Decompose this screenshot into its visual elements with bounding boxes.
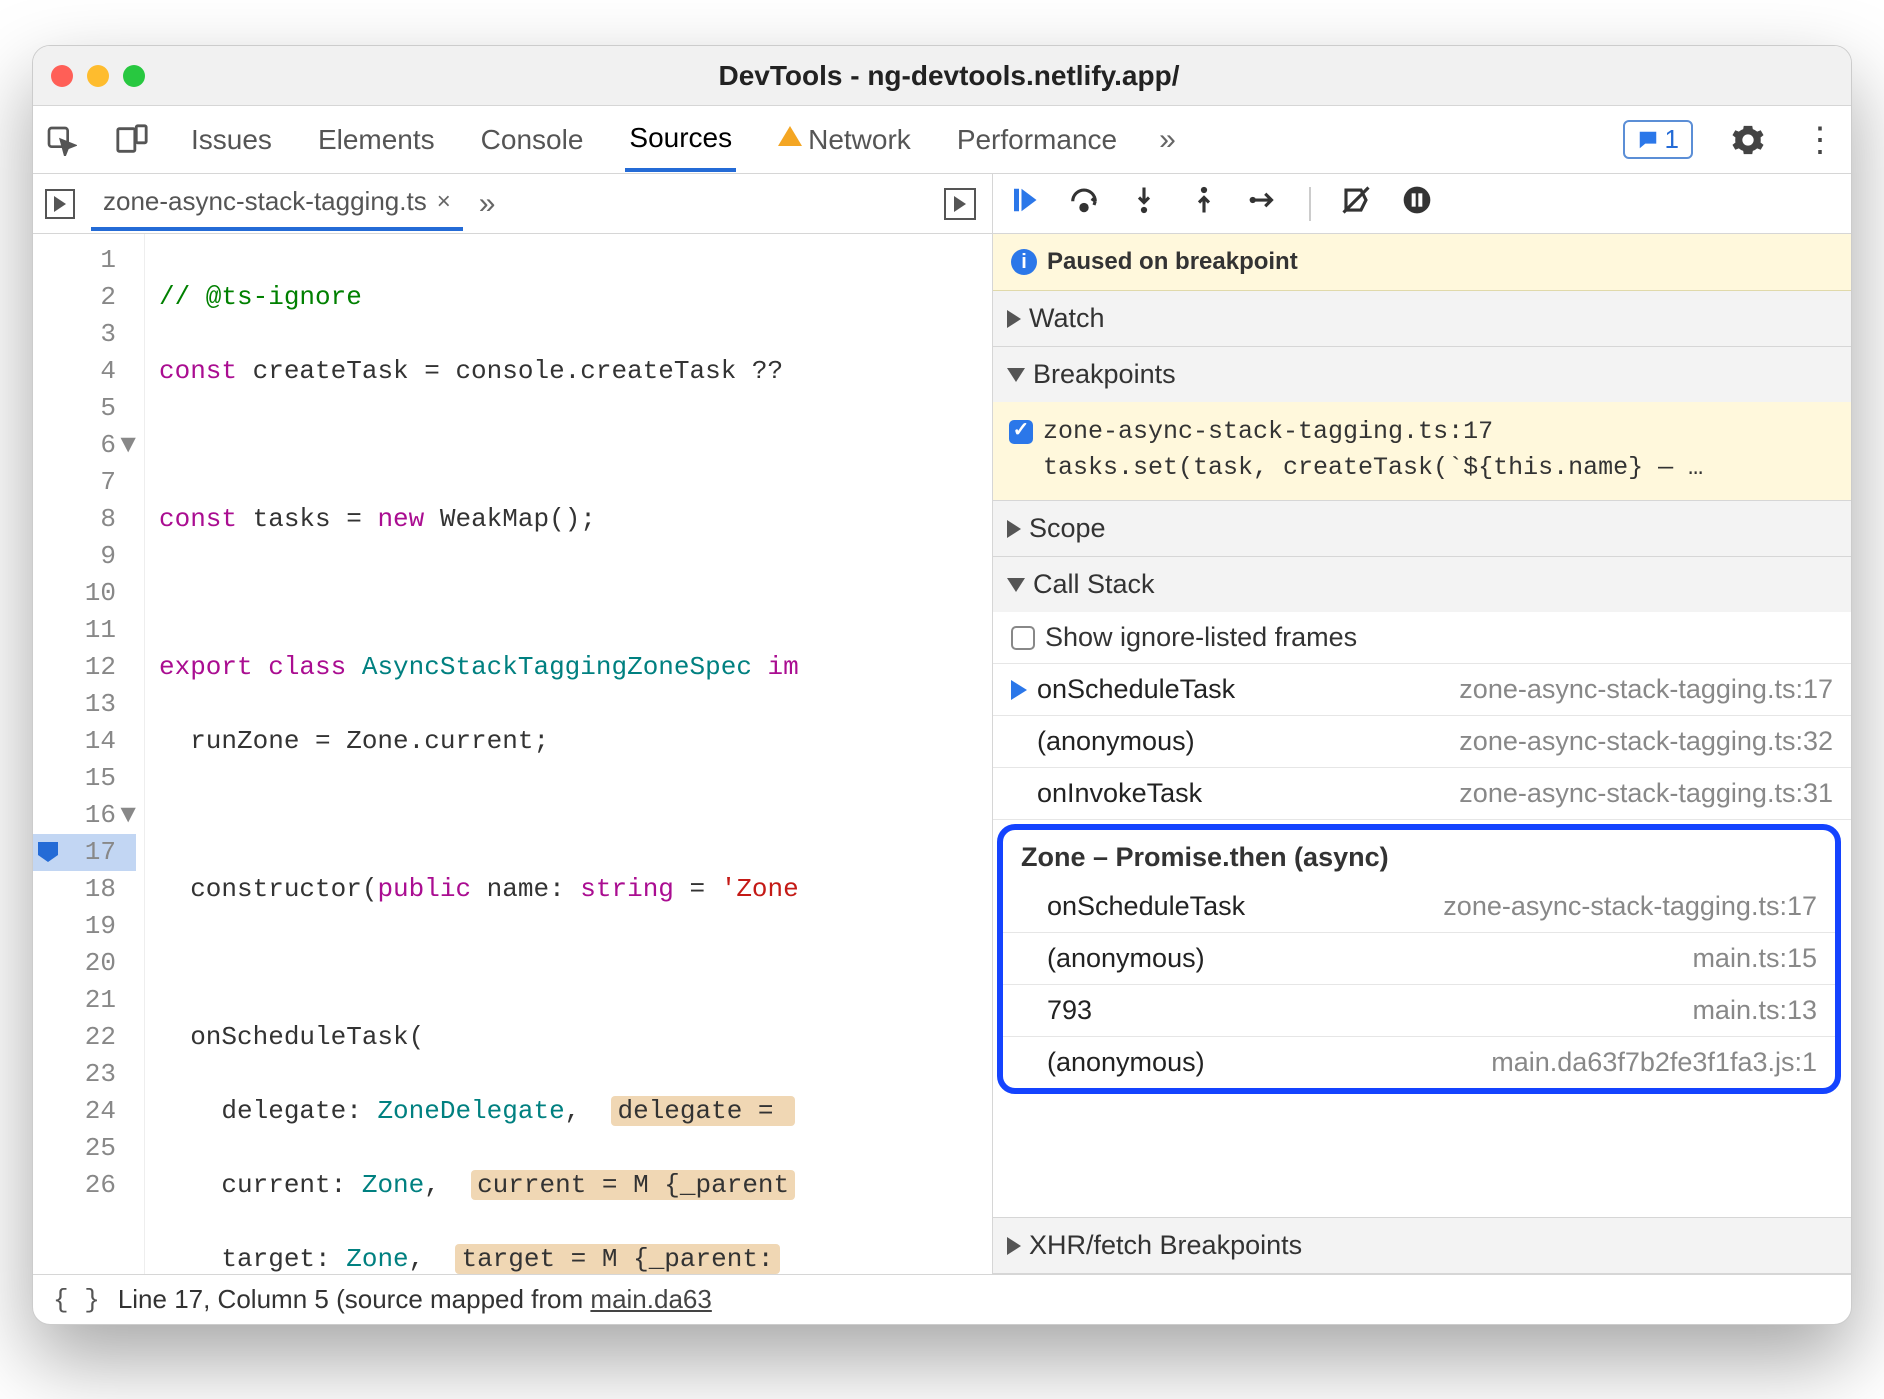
file-tab[interactable]: zone-async-stack-tagging.ts ×: [91, 176, 463, 231]
stack-frame[interactable]: onScheduleTaskzone-async-stack-tagging.t…: [1003, 881, 1835, 933]
sources-pane: zone-async-stack-tagging.ts × » 12345 6▼…: [33, 174, 993, 1274]
show-ignore-toggle[interactable]: Show ignore-listed frames: [993, 612, 1851, 664]
breakpoint-location: zone-async-stack-tagging.ts:17: [1043, 414, 1493, 450]
tab-network-label: Network: [808, 124, 911, 155]
code-line: // @ts-ignore: [159, 282, 362, 312]
breakpoint-snippet: tasks.set(task, createTask(`${this.name}…: [1009, 450, 1835, 486]
panel-tabs: Issues Elements Console Sources Network …: [33, 106, 1851, 174]
step-icon[interactable]: [1249, 185, 1279, 222]
caret-icon: [954, 196, 966, 212]
source-map-link[interactable]: main.da63: [590, 1284, 711, 1314]
highlighted-async-group: Zone – Promise.then (async) onScheduleTa…: [997, 824, 1841, 1094]
resume-icon[interactable]: [1009, 185, 1039, 222]
device-toolbar-icon[interactable]: [115, 123, 149, 157]
breakpoint-marker-icon[interactable]: [38, 842, 58, 862]
fold-icon[interactable]: ▼: [118, 427, 136, 464]
section-scope[interactable]: Scope: [993, 501, 1851, 556]
tab-console[interactable]: Console: [477, 110, 588, 170]
section-breakpoints[interactable]: Breakpoints: [993, 347, 1851, 402]
message-count: 1: [1665, 124, 1679, 155]
triangle-down-icon: [1007, 578, 1025, 592]
code-content: // @ts-ignore const createTask = console…: [145, 234, 992, 1274]
pretty-print-icon[interactable]: { }: [53, 1285, 100, 1315]
triangle-down-icon: [1007, 368, 1025, 382]
tab-issues[interactable]: Issues: [187, 110, 276, 170]
window-title: DevTools - ng-devtools.netlify.app/: [145, 60, 1833, 92]
traffic-lights: [51, 65, 145, 87]
triangle-right-icon: [1007, 520, 1021, 538]
more-files-icon[interactable]: »: [479, 187, 496, 221]
debugger-toolbar: [993, 174, 1851, 234]
kebab-menu-icon[interactable]: ⋮: [1803, 120, 1839, 160]
step-out-icon[interactable]: [1189, 185, 1219, 222]
step-over-icon[interactable]: [1069, 185, 1099, 222]
tab-elements[interactable]: Elements: [314, 110, 439, 170]
titlebar: DevTools - ng-devtools.netlify.app/: [33, 46, 1851, 106]
section-watch[interactable]: Watch: [993, 291, 1851, 346]
section-xhr[interactable]: XHR/fetch Breakpoints: [993, 1218, 1851, 1273]
debugger-pane: i Paused on breakpoint Watch Breakpoints…: [993, 174, 1851, 1274]
info-icon: i: [1011, 249, 1037, 275]
async-group-label: Zone – Promise.then (async): [1003, 830, 1835, 881]
triangle-right-icon: [1007, 1237, 1021, 1255]
close-file-icon[interactable]: ×: [437, 188, 451, 216]
tab-network[interactable]: Network: [774, 110, 915, 170]
settings-icon[interactable]: [1731, 123, 1765, 157]
status-bar: { } Line 17, Column 5 (source mapped fro…: [33, 1274, 1851, 1324]
section-callstack[interactable]: Call Stack: [993, 557, 1851, 612]
breakpoint-item[interactable]: ✓ zone-async-stack-tagging.ts:17 tasks.se…: [993, 402, 1851, 500]
stack-frame[interactable]: (anonymous)zone-async-stack-tagging.ts:3…: [993, 716, 1851, 768]
stack-frame[interactable]: (anonymous)main.da63f7b2fe3f1fa3.js:1: [1003, 1037, 1835, 1088]
paused-text: Paused on breakpoint: [1047, 248, 1298, 276]
messages-button[interactable]: 1: [1623, 120, 1693, 159]
step-into-icon[interactable]: [1129, 185, 1159, 222]
inspect-icon[interactable]: [45, 124, 77, 156]
tab-performance[interactable]: Performance: [953, 110, 1121, 170]
code-editor[interactable]: 12345 6▼ 789101112131415 16▼ 17 18192021…: [33, 234, 992, 1274]
minimize-window-button[interactable]: [87, 65, 109, 87]
triangle-right-icon: [1007, 310, 1021, 328]
tab-sources[interactable]: Sources: [625, 108, 736, 172]
stack-frame[interactable]: onInvokeTaskzone-async-stack-tagging.ts:…: [993, 768, 1851, 820]
devtools-window: DevTools - ng-devtools.netlify.app/ Issu…: [32, 45, 1852, 1325]
call-stack: Show ignore-listed frames onScheduleTask…: [993, 612, 1851, 1094]
fullscreen-window-button[interactable]: [123, 65, 145, 87]
separator: [1309, 187, 1311, 221]
sidebar-toggle-icon[interactable]: [944, 188, 976, 220]
stack-frame[interactable]: (anonymous)main.ts:15: [1003, 933, 1835, 985]
main-area: zone-async-stack-tagging.ts × » 12345 6▼…: [33, 174, 1851, 1274]
stack-frame[interactable]: onScheduleTaskzone-async-stack-tagging.t…: [993, 664, 1851, 716]
file-tab-label: zone-async-stack-tagging.ts: [103, 186, 427, 217]
play-icon: [54, 196, 66, 212]
fold-icon[interactable]: ▼: [118, 797, 136, 834]
close-window-button[interactable]: [51, 65, 73, 87]
warning-icon: [778, 126, 802, 146]
checkbox-icon[interactable]: [1011, 626, 1035, 650]
checkbox-checked-icon[interactable]: ✓: [1009, 420, 1033, 444]
file-tabstrip: zone-async-stack-tagging.ts × »: [33, 174, 992, 234]
cursor-position: Line 17, Column 5: [118, 1284, 329, 1314]
deactivate-breakpoints-icon[interactable]: [1341, 185, 1371, 222]
pause-exceptions-icon[interactable]: [1401, 184, 1433, 223]
line-gutter[interactable]: 12345 6▼ 789101112131415 16▼ 17 18192021…: [33, 234, 145, 1274]
paused-banner: i Paused on breakpoint: [993, 234, 1851, 291]
chat-icon: [1637, 129, 1659, 151]
stack-frame[interactable]: 793main.ts:13: [1003, 985, 1835, 1037]
navigator-toggle-icon[interactable]: [45, 189, 75, 219]
more-tabs-icon[interactable]: »: [1159, 123, 1176, 157]
